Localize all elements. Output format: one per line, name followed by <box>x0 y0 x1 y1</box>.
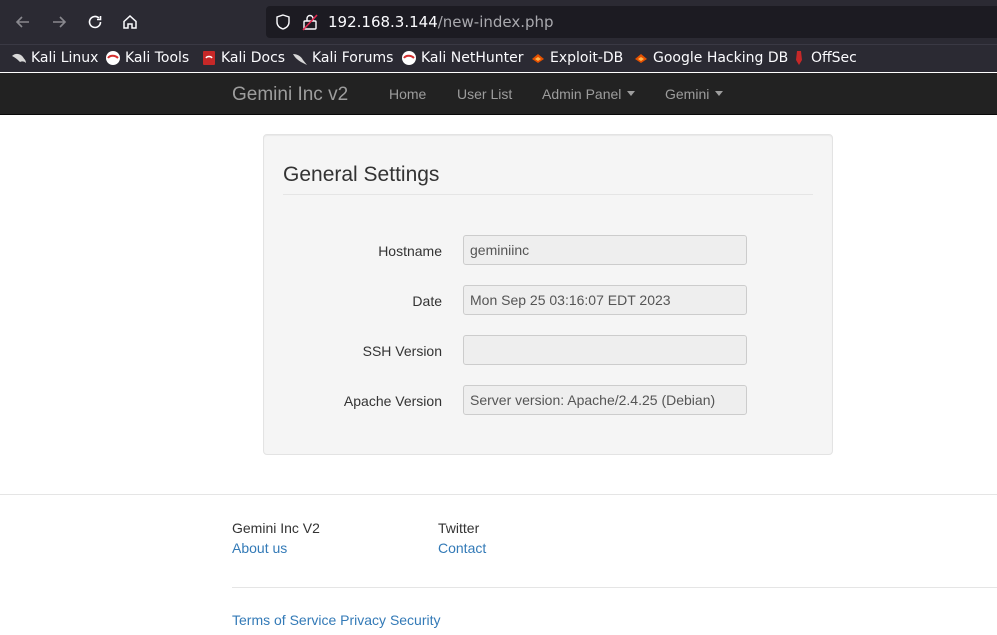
url-text: 192.168.3.144/new-index.php <box>328 13 554 31</box>
kali-forums-icon <box>293 54 307 65</box>
nav-admin-panel-label: Admin Panel <box>542 86 622 102</box>
panel-title: General Settings <box>283 163 440 186</box>
kali-tools-icon <box>106 51 120 65</box>
ssh-version-field[interactable] <box>463 335 747 365</box>
nav-admin-panel-dropdown[interactable]: Admin Panel <box>542 86 636 102</box>
bookmark-label: Google Hacking DB <box>653 50 789 66</box>
forward-arrow-icon[interactable] <box>48 11 70 33</box>
bookmark-label: Kali NetHunter <box>421 50 524 66</box>
ghdb-icon <box>635 54 647 63</box>
bookmark-kali-tools[interactable]: Kali Tools <box>105 50 189 66</box>
home-icon[interactable] <box>119 11 141 33</box>
bookmark-label: Kali Forums <box>312 50 394 66</box>
url-bar[interactable]: 192.168.3.144/new-index.php <box>266 6 997 38</box>
bookmark-offsec[interactable]: OffSec <box>791 50 857 66</box>
bookmark-label: Kali Docs <box>221 50 286 66</box>
footer-contact-link[interactable]: Contact <box>438 540 486 556</box>
nav-gemini-label: Gemini <box>665 86 710 102</box>
back-arrow-icon[interactable] <box>12 11 34 33</box>
url-host: 192.168.3.144 <box>328 13 438 31</box>
url-path: /new-index.php <box>437 13 554 31</box>
privacy-link[interactable]: Privacy <box>340 612 386 628</box>
kali-nethunter-icon <box>402 51 416 65</box>
bookmark-label: OffSec <box>811 50 857 66</box>
apache-version-field[interactable]: Server version: Apache/2.4.25 (Debian) <box>463 385 747 415</box>
browser-toolbar: 192.168.3.144/new-index.php <box>0 0 997 44</box>
bookmark-google-hacking-db[interactable]: Google Hacking DB <box>633 50 788 66</box>
hostname-field[interactable]: geminiinc <box>463 235 747 265</box>
brand-link[interactable]: Gemini Inc v2 <box>232 84 348 106</box>
bookmark-kali-nethunter[interactable]: Kali NetHunter <box>401 50 523 66</box>
terms-of-service-link[interactable]: Terms of Service <box>232 612 336 628</box>
footer-twitter: Twitter <box>438 520 480 536</box>
nav-gemini-dropdown[interactable]: Gemini <box>665 86 724 102</box>
caret-down-icon <box>627 90 636 96</box>
bookmark-label: Kali Tools <box>125 50 190 66</box>
footer-about-link[interactable]: About us <box>232 540 287 556</box>
insecure-lock-icon[interactable] <box>302 13 318 31</box>
nav-home[interactable]: Home <box>389 86 426 102</box>
panel-divider <box>283 194 813 195</box>
bookmark-kali-docs[interactable]: Kali Docs <box>201 50 285 66</box>
ssh-version-label: SSH Version <box>362 343 442 359</box>
bookmark-exploit-db[interactable]: Exploit-DB <box>530 50 623 66</box>
nav-user-list[interactable]: User List <box>457 86 512 102</box>
bookmark-kali-linux[interactable]: Kali Linux <box>11 50 98 66</box>
footer-divider <box>232 587 997 588</box>
tracking-shield-icon[interactable] <box>274 13 292 31</box>
footer-bottom-links: Terms of Service Privacy Security <box>232 612 441 628</box>
bookmark-label: Kali Linux <box>31 50 99 66</box>
kali-docs-icon <box>203 51 215 65</box>
general-settings-panel: General Settings Hostname geminiinc Date… <box>263 134 833 455</box>
kali-dragon-icon <box>12 53 26 63</box>
footer-company-name: Gemini Inc V2 <box>232 520 320 536</box>
bookmark-label: Exploit-DB <box>550 50 624 66</box>
footer-divider-top <box>0 494 997 495</box>
date-label: Date <box>412 293 442 309</box>
date-field[interactable]: Mon Sep 25 03:16:07 EDT 2023 <box>463 285 747 315</box>
reload-icon[interactable] <box>84 11 106 33</box>
hostname-label: Hostname <box>378 243 442 259</box>
bookmarks-bar: Kali Linux Kali Tools Kali Docs Kali For… <box>0 44 997 72</box>
caret-down-icon <box>715 90 724 96</box>
apache-version-label: Apache Version <box>343 393 442 409</box>
bookmark-kali-forums[interactable]: Kali Forums <box>292 50 393 66</box>
exploit-db-icon <box>532 54 544 63</box>
offsec-icon <box>796 51 802 65</box>
security-link[interactable]: Security <box>390 612 441 628</box>
site-navbar: Gemini Inc v2 Home User List Admin Panel… <box>0 73 997 115</box>
